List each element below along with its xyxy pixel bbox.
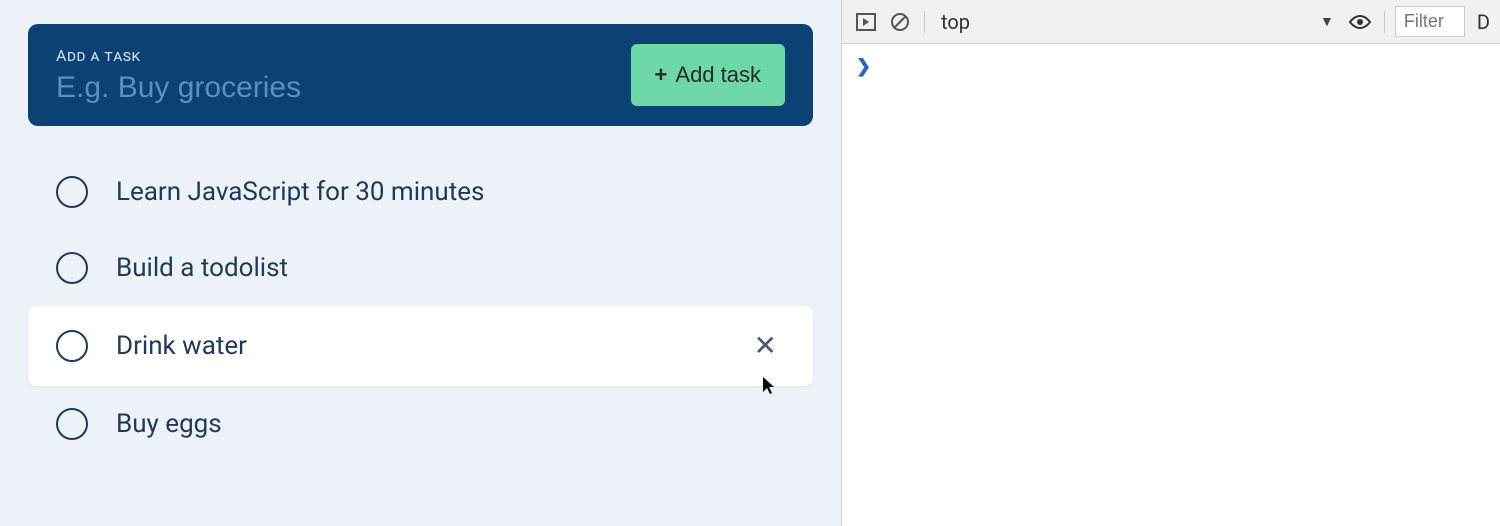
devtools-panel: top ▼ D ❯ [841,0,1500,526]
add-task-card: Add a task + Add task [28,24,813,126]
context-label: top [941,10,970,34]
add-task-button-label: Add task [675,62,761,88]
delete-task-icon[interactable]: ✕ [746,328,785,364]
task-text: Drink water [116,331,746,361]
context-select[interactable]: top ▼ [935,8,1340,36]
task-text: Build a todolist [116,253,785,283]
plus-icon: + [655,62,668,88]
task-checkbox[interactable] [56,252,88,284]
task-checkbox[interactable] [56,408,88,440]
add-task-left: Add a task [56,46,476,105]
task-text: Learn JavaScript for 30 minutes [116,177,785,207]
clear-console-icon[interactable] [886,8,914,36]
console-prompt-icon: ❯ [856,56,871,77]
toolbar-separator [924,11,925,33]
task-text: Buy eggs [116,409,785,439]
toolbar-separator [1384,11,1385,33]
console-body[interactable]: ❯ [842,44,1500,526]
add-task-button[interactable]: + Add task [631,44,785,106]
todo-app-panel: Add a task + Add task Learn JavaScript f… [0,0,841,526]
task-item[interactable]: Drink water ✕ [28,306,813,386]
toggle-sidebar-icon[interactable] [852,8,880,36]
eye-icon[interactable] [1346,8,1374,36]
add-task-input[interactable] [56,71,476,105]
task-list: Learn JavaScript for 30 minutes Build a … [28,154,813,462]
chevron-down-icon: ▼ [1320,13,1334,30]
devtools-toolbar: top ▼ D [842,0,1500,44]
task-checkbox[interactable] [56,330,88,362]
truncated-label: D [1471,10,1490,34]
task-item[interactable]: Learn JavaScript for 30 minutes [28,154,813,230]
task-item[interactable]: Buy eggs [28,386,813,462]
filter-input[interactable] [1395,6,1465,37]
add-task-label: Add a task [56,46,476,65]
task-item[interactable]: Build a todolist [28,230,813,306]
task-checkbox[interactable] [56,176,88,208]
